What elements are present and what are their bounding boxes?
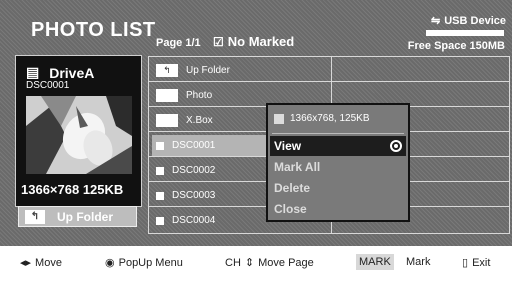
photo-file-icon xyxy=(156,191,164,200)
list-item-label: Photo xyxy=(186,90,213,101)
list-item-label: DSC0004 xyxy=(172,215,216,226)
popup-file-info: 1366x768, 125KB xyxy=(274,113,370,124)
key-guide-popup-menu: ◉ PopUp Menu xyxy=(105,256,183,270)
usb-icon: ⇋ xyxy=(431,15,441,27)
free-space-bar xyxy=(426,30,504,36)
list-item-folder[interactable]: X.Box xyxy=(152,110,272,131)
photo-file-icon xyxy=(274,113,284,124)
marked-status-text: No Marked xyxy=(227,34,295,49)
list-item-label: DSC0003 xyxy=(172,190,216,201)
ok-button-icon: ◉ xyxy=(105,257,115,269)
drive-preview-panel: ▤ DriveA DSC0001 1366×768 125KB xyxy=(15,55,142,207)
key-guide-move-label: Move xyxy=(35,256,62,269)
radio-selected-icon xyxy=(390,140,402,152)
key-guide-mark: Mark xyxy=(406,256,430,268)
exit-icon: ▯ xyxy=(462,257,469,269)
popup-item-label: Delete xyxy=(274,181,311,195)
list-item-file[interactable]: DSC0003 xyxy=(152,185,272,206)
popup-menu: 1366x768, 125KB View Mark All Delete Clo… xyxy=(266,103,410,222)
usb-device-label: ⇋ USB Device xyxy=(431,14,506,28)
up-folder-button-label: Up Folder xyxy=(57,209,113,224)
list-item-up-folder[interactable]: ↰ Up Folder xyxy=(152,60,272,81)
free-space-label: Free Space 150MB xyxy=(407,40,505,52)
key-guide-ch-label: CH xyxy=(225,256,241,269)
preview-resolution-size: 1366×768 125KB xyxy=(21,182,124,197)
arrows-icon: ◂▸ xyxy=(20,257,32,269)
drive-name: ▤ DriveA xyxy=(26,64,94,81)
channel-updown-icon: ⇕ xyxy=(244,257,255,269)
list-item-label: DSC0002 xyxy=(172,165,216,176)
checkbox-icon: ☑ xyxy=(213,34,224,49)
mark-key-icon: MARK xyxy=(356,254,394,270)
popup-item-label: Close xyxy=(274,202,307,216)
popup-item-delete[interactable]: Delete xyxy=(270,178,406,198)
popup-item-close[interactable]: Close xyxy=(270,199,406,219)
list-item-file-selected[interactable]: DSC0001 xyxy=(152,135,272,156)
popup-item-view[interactable]: View xyxy=(270,136,406,156)
popup-file-info-text: 1366x768, 125KB xyxy=(290,113,370,124)
list-item-label: DSC0001 xyxy=(172,140,216,151)
list-item-file[interactable]: DSC0002 xyxy=(152,160,272,181)
key-guide-move-page-label: Move Page xyxy=(258,256,314,269)
up-folder-button[interactable]: ↰ Up Folder xyxy=(18,206,137,227)
list-item-label: X.Box xyxy=(186,115,213,126)
key-guide-exit-label: Exit xyxy=(472,256,491,269)
thumbnail-image xyxy=(26,96,132,174)
drive-icon: ▤ xyxy=(26,64,40,80)
popup-item-mark-all[interactable]: Mark All xyxy=(270,157,406,177)
page-indicator: Page 1/1 xyxy=(156,37,201,49)
list-item-folder[interactable]: Photo xyxy=(152,85,272,106)
up-folder-icon: ↰ xyxy=(25,209,45,224)
key-guide-popup-label: PopUp Menu xyxy=(118,256,183,269)
photo-thumbnail xyxy=(26,96,132,174)
key-guide-move: ◂▸ Move xyxy=(20,256,62,270)
up-folder-icon: ↰ xyxy=(156,64,178,77)
key-guide-mark-label: Mark xyxy=(406,256,431,268)
list-item-label: Up Folder xyxy=(186,65,230,76)
drive-name-text: DriveA xyxy=(49,64,95,81)
photo-file-icon xyxy=(156,166,164,175)
marked-status: ☑ No Marked xyxy=(213,34,294,49)
photo-list-screen: PHOTO LIST Page 1/1 ☑ No Marked ⇋ USB De… xyxy=(0,0,512,246)
key-guide-move-page: CH ⇕ Move Page xyxy=(225,256,314,270)
list-item-file[interactable]: DSC0004 xyxy=(152,210,272,231)
popup-item-label: View xyxy=(274,139,302,153)
popup-divider xyxy=(272,133,404,134)
key-guide-bar: ◂▸ Move ◉ PopUp Menu CH ⇕ Move Page MARK… xyxy=(0,246,512,281)
key-guide-exit: ▯ Exit xyxy=(462,256,491,270)
usb-device-text: USB Device xyxy=(444,14,506,27)
photo-file-icon xyxy=(156,216,164,225)
popup-item-label: Mark All xyxy=(274,160,321,174)
photo-file-icon xyxy=(156,141,164,150)
folder-icon xyxy=(156,89,178,102)
folder-icon xyxy=(156,114,178,127)
page-title: PHOTO LIST xyxy=(31,19,156,41)
preview-file-name: DSC0001 xyxy=(26,80,70,91)
